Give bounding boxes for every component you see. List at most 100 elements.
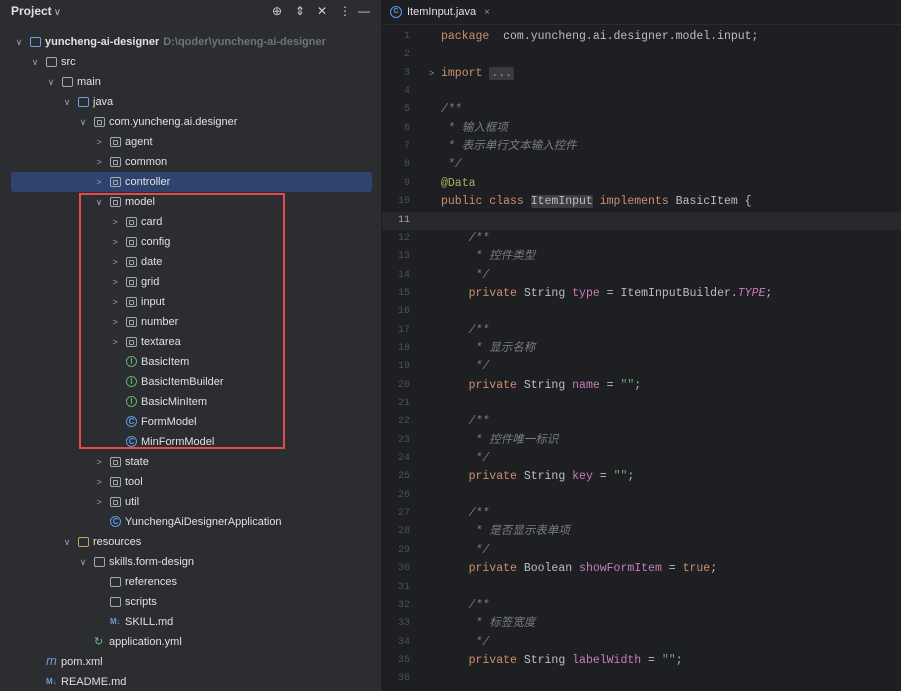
- tab-iteminput-java[interactable]: C ItemInput.java ×: [390, 0, 490, 24]
- fold-chevron-icon[interactable]: >: [429, 65, 434, 83]
- code-line[interactable]: 36: [382, 670, 901, 688]
- code-line[interactable]: 6 * 输入框项: [382, 120, 901, 138]
- line-number: 22: [397, 416, 410, 428]
- tree-item-skills-form-design[interactable]: ∨ skills.form-design: [0, 552, 381, 572]
- code-text: /**: [441, 413, 490, 431]
- chevron-right-icon[interactable]: >: [93, 472, 105, 492]
- close-icon[interactable]: ×: [484, 7, 490, 18]
- chevron-right-icon[interactable]: >: [93, 492, 105, 512]
- chevron-right-icon[interactable]: >: [93, 172, 105, 192]
- chevron-down-icon[interactable]: ∨: [77, 552, 89, 572]
- tree-item-readme-md[interactable]: M↓ README.md: [0, 672, 381, 691]
- tree-item-tool[interactable]: > tool: [0, 472, 381, 492]
- more-icon[interactable]: ⋮: [339, 4, 351, 18]
- code-line[interactable]: 33 * 标签宽度: [382, 615, 901, 633]
- chevron-right-icon[interactable]: >: [93, 452, 105, 472]
- code-text: * 是否显示表单项: [441, 523, 570, 541]
- tree-item-yuncheng-ai-designer[interactable]: ∨ yuncheng-ai-designer D:\qoder\yuncheng-a…: [0, 32, 381, 52]
- code-line[interactable]: 10 public class ItemInput implements Basi…: [382, 193, 901, 211]
- code-line[interactable]: 3 > import ...: [382, 65, 901, 83]
- chevron-down-icon[interactable]: ∨: [13, 32, 25, 52]
- tree-item-yunchengaidesignerapplication[interactable]: YunchengAiDesignerApplication: [0, 512, 381, 532]
- code-line[interactable]: 15 private String type = ItemInputBuilde…: [382, 285, 901, 303]
- code-line[interactable]: 17 /**: [382, 322, 901, 340]
- tree-item-skill-md[interactable]: M↓ SKILL.md: [0, 612, 381, 632]
- tree-item-agent[interactable]: > agent: [0, 132, 381, 152]
- code-token: * 控件类型: [441, 250, 536, 264]
- folder-icon: [110, 577, 121, 587]
- code-line[interactable]: 29 */: [382, 542, 901, 560]
- code-line[interactable]: 1 package com.yuncheng.ai.designer.model.…: [382, 28, 901, 46]
- code-line[interactable]: 28 * 是否显示表单项: [382, 523, 901, 541]
- code-line[interactable]: 7 * 表示单行文本输入控件: [382, 138, 901, 156]
- code-token: private: [441, 470, 524, 484]
- code-line[interactable]: 32 /**: [382, 597, 901, 615]
- minimize-icon[interactable]: —: [358, 4, 370, 18]
- code-line[interactable]: 21: [382, 395, 901, 413]
- tree-item-label: tool: [125, 476, 143, 488]
- chevron-right-icon[interactable]: >: [93, 132, 105, 152]
- chevron-down-icon[interactable]: ∨: [61, 532, 73, 552]
- code-line[interactable]: 14 */: [382, 267, 901, 285]
- code-line[interactable]: 5 /**: [382, 101, 901, 119]
- code-line[interactable]: 12 /**: [382, 230, 901, 248]
- code-text: */: [441, 156, 462, 174]
- code-text: public class ItemInput implements BasicI…: [441, 193, 752, 211]
- editor-tab-bar: C ItemInput.java ×: [382, 0, 901, 25]
- line-number: 28: [397, 526, 410, 538]
- line-number: 2: [403, 49, 410, 61]
- chevron-right-icon[interactable]: >: [93, 152, 105, 172]
- tree-item-util[interactable]: > util: [0, 492, 381, 512]
- chevron-down-icon[interactable]: ∨: [45, 72, 57, 92]
- chevron-down-icon[interactable]: ∨: [61, 92, 73, 112]
- chevron-down-icon[interactable]: ∨: [77, 112, 89, 132]
- tree-item-scripts[interactable]: scripts: [0, 592, 381, 612]
- package-icon: [94, 117, 105, 127]
- tree-item-state[interactable]: > state: [0, 452, 381, 472]
- code-line[interactable]: 19 */: [382, 358, 901, 376]
- code-line[interactable]: 13 * 控件类型: [382, 248, 901, 266]
- collapse-icon[interactable]: ✕: [317, 4, 327, 18]
- code-line[interactable]: 22 /**: [382, 413, 901, 431]
- code-line[interactable]: 20 private String name = "";: [382, 377, 901, 395]
- code-line[interactable]: 16: [382, 303, 901, 321]
- tree-item-src[interactable]: ∨ src: [0, 52, 381, 72]
- code-line[interactable]: 11: [382, 211, 901, 230]
- code-line[interactable]: 27 /**: [382, 505, 901, 523]
- tree-item-text: java: [93, 92, 113, 112]
- code-line[interactable]: 9 @Data: [382, 175, 901, 193]
- line-number: 3: [403, 67, 410, 79]
- expand-icon[interactable]: ⇕: [295, 4, 305, 18]
- code-line[interactable]: 35 private String labelWidth = "";: [382, 652, 901, 670]
- code-line[interactable]: 26: [382, 487, 901, 505]
- tree-item-java[interactable]: ∨ java: [0, 92, 381, 112]
- code-line[interactable]: 18 * 显示名称: [382, 340, 901, 358]
- tree-item-main[interactable]: ∨ main: [0, 72, 381, 92]
- code-token: public class: [441, 195, 531, 209]
- tree-item-common[interactable]: > common: [0, 152, 381, 172]
- chevron-down-icon[interactable]: ∨: [29, 52, 41, 72]
- code-token: ItemInput: [530, 195, 593, 209]
- code-line[interactable]: 25 private String key = "";: [382, 468, 901, 486]
- tree-item-com-yuncheng-ai-designer[interactable]: ∨ com.yuncheng.ai.designer: [0, 112, 381, 132]
- code-line[interactable]: 8 */: [382, 156, 901, 174]
- line-number: 29: [397, 544, 410, 556]
- code-line[interactable]: 4: [382, 83, 901, 101]
- code-line[interactable]: 24 */: [382, 450, 901, 468]
- code-line[interactable]: 34 */: [382, 634, 901, 652]
- code-line[interactable]: 30 private Boolean showFormItem = true;: [382, 560, 901, 578]
- target-icon[interactable]: ⊕: [272, 4, 282, 18]
- code-line[interactable]: 2: [382, 46, 901, 64]
- line-number: 34: [397, 636, 410, 648]
- tree-item-controller[interactable]: > controller: [0, 172, 381, 192]
- code-token: private: [441, 286, 524, 300]
- code-token: Boolean: [523, 562, 580, 576]
- tree-item-references[interactable]: references: [0, 572, 381, 592]
- code-line[interactable]: 31: [382, 579, 901, 597]
- code-line[interactable]: 23 * 控件唯一标识: [382, 432, 901, 450]
- tree-item-application-yml[interactable]: ↻ application.yml: [0, 632, 381, 652]
- tree-item-resources[interactable]: ∨ resources: [0, 532, 381, 552]
- tree-item-text: agent: [125, 132, 153, 152]
- project-view-selector[interactable]: Project ∨: [11, 4, 61, 18]
- tree-item-pom-xml[interactable]: m pom.xml: [0, 652, 381, 672]
